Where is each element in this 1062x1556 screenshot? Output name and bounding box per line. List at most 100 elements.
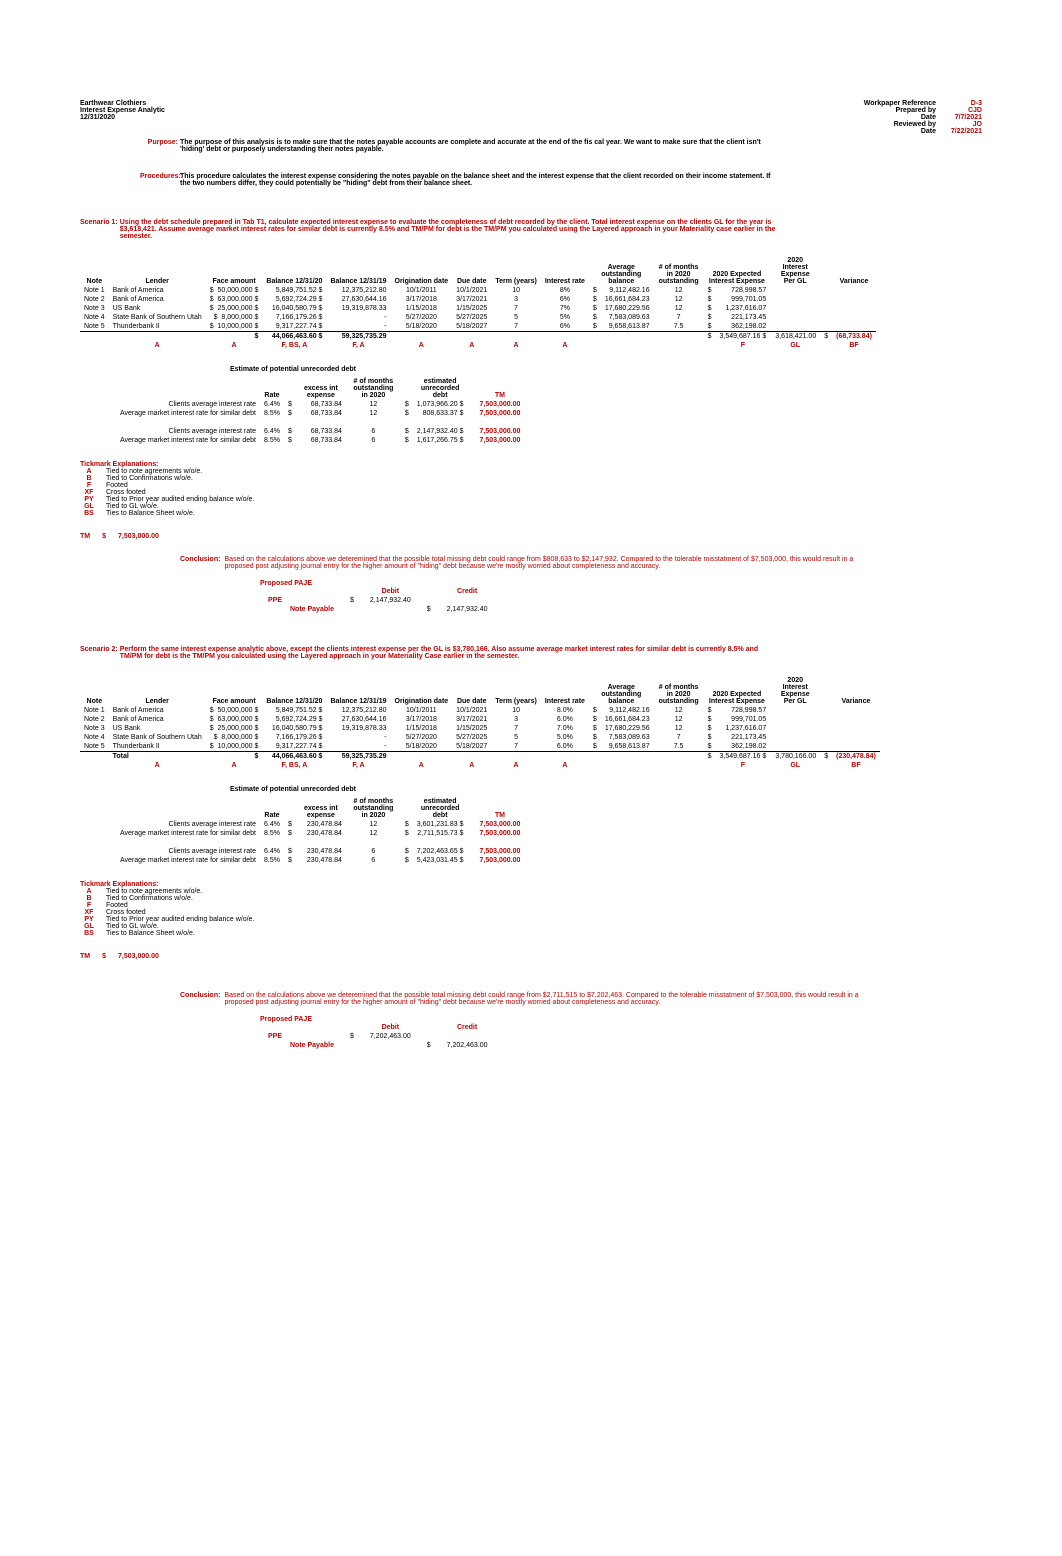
est-col-rate: Rate	[260, 377, 284, 400]
tickmark-item: FFooted	[80, 902, 982, 909]
rev-date-label: Date	[921, 128, 936, 135]
col-orig: Origination date	[391, 256, 453, 286]
prepared-by: CJD	[942, 107, 982, 114]
col-bal19: Balance 12/31/19	[326, 256, 390, 286]
col-note: Note	[80, 256, 109, 286]
table-row: Note 4State Bank of Southern Utah$ 8,000…	[80, 733, 880, 742]
doc-date: 12/31/2020	[80, 114, 165, 121]
col-lender: Lender	[109, 256, 206, 286]
scenario1-text: Using the debt schedule prepared in Tab …	[120, 219, 780, 240]
col-avg: Average outstanding balance	[589, 256, 654, 286]
table-row: Note 5Thunderbank II$ 10,000,000 $9,317,…	[80, 322, 876, 332]
table-row: Clients average interest rate6.4%$68,733…	[80, 400, 524, 409]
table-row: Note 3US Bank$ 25,000,000 $16,040,580.79…	[80, 724, 880, 733]
company-name: Earthwear Clothiers	[80, 100, 165, 107]
purpose-row: Purpose: The purpose of this analysis is…	[140, 139, 982, 153]
tickmark-list: ATied to note agreements w/o/e.BTied to …	[80, 888, 982, 937]
col-exp20: 2020 Expected Interest Expense	[704, 256, 771, 286]
table-row: Note 2Bank of America$ 63,000,000 $5,692…	[80, 295, 876, 304]
table-row: Average market interest rate for similar…	[80, 436, 524, 445]
purpose-tag: Purpose:	[140, 139, 180, 153]
tm-row: TM $ 7,503,000.00	[80, 533, 982, 540]
prepared-by-label: Prepared by	[896, 107, 936, 114]
tm-row-2: TM $ 7,503,000.00	[80, 953, 982, 960]
s2-conclusion: Conclusion: Based on the calculations ab…	[180, 992, 982, 1006]
prep-date-label: Date	[921, 114, 936, 121]
col-months: # of months in 2020 outstanding	[654, 256, 704, 286]
tickmark-item: XFCross footed	[80, 489, 982, 496]
s1-conclusion: Conclusion: Based on the calculations ab…	[180, 556, 982, 570]
s2-paje: Proposed PAJE DebitCredit PPE$7,202,463.…	[260, 1016, 982, 1050]
tickmark-item: PYTied to Prior year audited ending bala…	[80, 916, 982, 923]
doc-subtitle: Interest Expense Analytic	[80, 107, 165, 114]
table-row: Average market interest rate for similar…	[80, 829, 524, 838]
procedure-tag: Procedures:	[140, 173, 180, 187]
col-rate: Interest rate	[541, 256, 589, 286]
tickmark-item: GLTied to GL w/o/e.	[80, 923, 982, 930]
tickmark-list: ATied to note agreements w/o/e.BTied to …	[80, 468, 982, 517]
table-row: Clients average interest rate6.4%$68,733…	[80, 427, 524, 436]
tickmark-item: BTied to Confirmations w/o/e.	[80, 475, 982, 482]
tickmark-item: ATied to note agreements w/o/e.	[80, 468, 982, 475]
tickmark-item: BSTies to Balance Sheet w/o/e.	[80, 930, 982, 937]
scenario1-debt-table: Note Lender Face amount Balance 12/31/20…	[80, 256, 876, 350]
tickmark-item: PYTied to Prior year audited ending bala…	[80, 496, 982, 503]
tickmark-item: BSTies to Balance Sheet w/o/e.	[80, 510, 982, 517]
s1-total-row: $ 44,066,463.60 $ 59,325,735.29 $ 3,549,…	[80, 332, 876, 342]
table-row: Note 5Thunderbank II$ 10,000,000 $9,317,…	[80, 742, 880, 752]
est-col-excess: excess int expense	[296, 377, 346, 400]
table-row: Average market interest rate for similar…	[80, 856, 524, 865]
col-face: Face amount	[206, 256, 263, 286]
s1-tick-row: A A F, BS, A F, A A A A A F GL BF	[80, 341, 876, 350]
est-col-tm: TM	[476, 377, 525, 400]
tickmark-item: BTied to Confirmations w/o/e.	[80, 895, 982, 902]
scenario1-header: Scenario 1: Using the debt schedule prep…	[80, 219, 982, 240]
reviewed-by: JO	[942, 121, 982, 128]
table-row: Clients average interest rate6.4%$230,47…	[80, 847, 524, 856]
scenario2-label: Scenario 2:	[80, 646, 118, 653]
scenario2-header: Scenario 2: Perform the same interest ex…	[80, 646, 982, 660]
col-var: Variance	[832, 256, 876, 286]
tickmark-title-2: Tickmark Explanations:	[80, 881, 982, 888]
table-row: Average market interest rate for similar…	[80, 409, 524, 418]
purpose-text: The purpose of this analysis is to make …	[180, 139, 780, 153]
scenario2-estimate-table: Rate excess int expense # of months outs…	[80, 797, 524, 865]
table-row: Note 4State Bank of Southern Utah$ 8,000…	[80, 313, 876, 322]
table-header-row: Note Lender Face amount Balance 12/31/20…	[80, 256, 876, 286]
wp-ref-label: Workpaper Reference	[864, 100, 936, 107]
scenario2-text: Perform the same interest expense analyt…	[120, 646, 780, 660]
est-col-months: # of months outstanding in 2020	[346, 377, 401, 400]
col-due: Due date	[452, 256, 491, 286]
col-bal20: Balance 12/31/20	[262, 256, 326, 286]
table-row: Clients average interest rate6.4%$230,47…	[80, 820, 524, 829]
tickmark-item: FFooted	[80, 482, 982, 489]
col-term: Term (years)	[491, 256, 541, 286]
rev-date: 7/22/2021	[942, 128, 982, 135]
table-row: Note 2Bank of America$ 63,000,000 $5,692…	[80, 715, 880, 724]
s1-paje: Proposed PAJE DebitCredit PPE$2,147,932.…	[260, 580, 982, 614]
s2-total-row: Total$ 44,066,463.60 $ 59,325,735.29 $ 3…	[80, 752, 880, 762]
scenario1-estimate-table: Rate excess int expense # of months outs…	[80, 377, 524, 445]
estimate-title-2: Estimate of potential unrecorded debt	[230, 786, 982, 793]
scenario1-label: Scenario 1:	[80, 219, 118, 226]
table-row: Note 1Bank of America$ 50,000,000 $5,849…	[80, 286, 876, 295]
col-gl20: 2020 Interest Expense Per GL	[770, 256, 820, 286]
prep-date: 7/7/2021	[942, 114, 982, 121]
reviewed-by-label: Reviewed by	[894, 121, 936, 128]
tickmark-item: XFCross footed	[80, 909, 982, 916]
estimate-title: Estimate of potential unrecorded debt	[230, 366, 982, 373]
document-header: Earthwear Clothiers Interest Expense Ana…	[80, 100, 982, 135]
tickmark-title: Tickmark Explanations:	[80, 461, 982, 468]
table-row: Note 3US Bank$ 25,000,000 $16,040,580.79…	[80, 304, 876, 313]
table-row: Note 1Bank of America$ 50,000,000 $5,849…	[80, 706, 880, 715]
table-header-row: Note Lender Face amount Balance 12/31/20…	[80, 676, 880, 706]
est-header-row: Rate excess int expense # of months outs…	[80, 377, 524, 400]
tickmark-item: GLTied to GL w/o/e.	[80, 503, 982, 510]
tickmark-item: ATied to note agreements w/o/e.	[80, 888, 982, 895]
s2-tick-row: A A F, BS, A F, A A A A A F GL BF	[80, 761, 880, 770]
wp-ref: D-3	[942, 100, 982, 107]
procedure-row: Procedures: This procedure calculates th…	[140, 173, 982, 187]
procedure-text: This procedure calculates the interest e…	[180, 173, 780, 187]
est-col-unrec: estimated unrecorded debt	[413, 377, 468, 400]
scenario2-debt-table: Note Lender Face amount Balance 12/31/20…	[80, 676, 880, 770]
